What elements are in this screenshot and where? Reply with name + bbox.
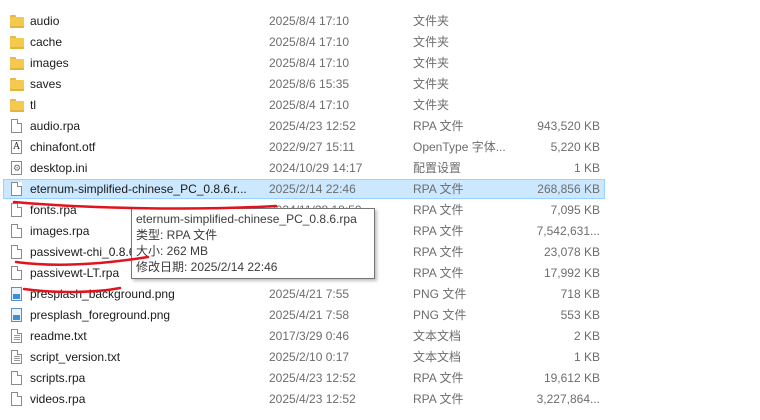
- file-row[interactable]: videos.rpa 2025/4/23 12:52 RPA 文件 3,227,864…: [0, 389, 760, 410]
- file-date: 2025/4/23 12:52: [269, 119, 356, 133]
- file-row[interactable]: readme.txt 2017/3/29 0:46 文本文档 2 KB: [0, 326, 760, 347]
- file-size: 943,520 KB: [537, 119, 600, 133]
- file-name: audio: [30, 14, 60, 28]
- file-date: 2025/4/23 12:52: [269, 392, 356, 406]
- file-name: saves: [30, 77, 62, 91]
- file-icon: [10, 224, 24, 239]
- folder-icon: [10, 56, 24, 71]
- folder-icon: [10, 98, 24, 113]
- file-name: scripts.rpa: [30, 371, 86, 385]
- tooltip-type: 类型: RPA 文件: [136, 228, 218, 242]
- file-date: 2025/2/14 22:46: [269, 182, 356, 196]
- file-name: presplash_foreground.png: [30, 308, 171, 322]
- file-size: 17,992 KB: [543, 266, 600, 280]
- file-date: 2025/8/4 17:10: [269, 56, 350, 70]
- file-date: 2022/9/27 15:11: [269, 140, 355, 154]
- settings-file-icon: [10, 161, 24, 176]
- file-date: 2017/3/29 0:46: [269, 329, 350, 343]
- file-name: images: [30, 56, 69, 70]
- file-row[interactable]: eternum-simplified-chinese_PC_0.8.6.r...…: [0, 179, 760, 200]
- file-name: videos.rpa: [30, 392, 86, 406]
- text-file-icon: [10, 329, 24, 344]
- file-row[interactable]: images 2025/8/4 17:10 文件夹: [0, 53, 760, 74]
- file-row[interactable]: scripts.rpa 2025/4/23 12:52 RPA 文件 19,612 K…: [0, 368, 760, 389]
- file-name: presplash_background.png: [30, 287, 175, 301]
- file-size: 7,542,631...: [536, 224, 600, 238]
- file-tooltip: eternum-simplified-chinese_PC_0.8.6.rpa …: [131, 208, 375, 279]
- file-date: 2025/2/10 0:17: [269, 350, 350, 364]
- file-type: 文件夹: [413, 35, 450, 49]
- file-size: 23,078 KB: [543, 245, 600, 259]
- file-date: 2025/8/4 17:10: [269, 98, 350, 112]
- file-date: 2025/8/4 17:10: [269, 35, 350, 49]
- folder-icon: [10, 14, 24, 29]
- file-row[interactable]: passivewt-chi_0.8.6.rpa2025/2/14 22:46RP…: [0, 242, 760, 263]
- file-size: 2 KB: [573, 329, 600, 343]
- image-file-icon: [10, 287, 24, 302]
- file-size: 5,220 KB: [550, 140, 600, 154]
- file-row[interactable]: audio 2025/8/4 17:10 文件夹: [0, 11, 760, 32]
- file-name: cache: [30, 35, 63, 49]
- file-row[interactable]: presplash_background.png 2025/4/21 7:55 PN…: [0, 284, 760, 305]
- file-row[interactable]: fonts.rpa2024/11/28 18:50RPA 文件7,095 KB: [0, 200, 760, 221]
- file-size: 718 KB: [560, 287, 600, 301]
- tooltip-filename: eternum-simplified-chinese_PC_0.8.6.rpa: [136, 212, 357, 226]
- file-name: chinafont.otf: [30, 140, 96, 154]
- file-row[interactable]: images.rpa2025/4/23 12:52RPA 文件7,542,631…: [0, 221, 760, 242]
- file-type: 文件夹: [413, 14, 450, 28]
- text-file-icon: [10, 350, 24, 365]
- file-size: 268,856 KB: [537, 182, 600, 196]
- file-row[interactable]: passivewt-LT.rpa2025/2/14 22:46RPA 文件17,…: [0, 263, 760, 284]
- file-row[interactable]: desktop.ini2024/10/29 14:17配置设置1 KB: [0, 158, 760, 179]
- file-date: 2025/8/6 15:35: [269, 77, 350, 91]
- file-name: audio.rpa: [30, 119, 81, 133]
- folder-icon: [10, 35, 24, 50]
- file-date: 2025/4/21 7:55: [269, 287, 350, 301]
- file-type: 文件夹: [413, 56, 450, 70]
- file-name: script_version.txt: [30, 350, 121, 364]
- file-row[interactable]: audio.rpa 2025/4/23 12:52 RPA 文件 943,520 KB: [0, 116, 760, 137]
- file-row[interactable]: presplash_foreground.png 2025/4/21 7:58 PN…: [0, 305, 760, 326]
- font-file-icon: A: [10, 140, 24, 155]
- file-name: readme.txt: [30, 329, 87, 343]
- file-size: 7,095 KB: [550, 203, 600, 217]
- file-name: tl: [30, 98, 36, 112]
- file-size: 1 KB: [573, 350, 600, 364]
- file-icon: [10, 245, 24, 260]
- file-icon: [10, 392, 24, 407]
- file-date: 2024/10/29 14:17: [269, 161, 363, 175]
- file-date: 2025/8/4 17:10: [269, 14, 350, 28]
- tooltip-modified: 修改日期: 2025/2/14 22:46: [136, 260, 278, 274]
- file-icon: [10, 203, 24, 218]
- file-icon: [10, 182, 24, 197]
- file-type: 文件夹: [413, 77, 450, 91]
- folder-icon: [10, 77, 24, 92]
- file-size: 553 KB: [560, 308, 600, 322]
- file-size: 3,227,864...: [536, 392, 600, 406]
- file-icon: [10, 266, 24, 281]
- image-file-icon: [10, 308, 24, 323]
- file-row[interactable]: script_version.txt 2025/2/10 0:17 文本文档 1 KB: [0, 347, 760, 368]
- file-type: 文件夹: [413, 98, 450, 112]
- file-list: audio 2025/8/4 17:10 文件夹 cache 2025/8/4 17:1…: [0, 0, 760, 420]
- tooltip-size: 大小: 262 MB: [136, 244, 209, 258]
- file-size: 1 KB: [573, 161, 600, 175]
- file-date: 2025/4/21 7:58: [269, 308, 350, 322]
- file-icon: [10, 119, 24, 134]
- file-name: eternum-simplified-chinese_PC_0.8.6.r...: [30, 182, 247, 196]
- file-row[interactable]: cache 2025/8/4 17:10 文件夹: [0, 32, 760, 53]
- file-date: 2025/4/23 12:52: [269, 371, 356, 385]
- file-name: desktop.ini: [30, 161, 88, 175]
- file-icon: [10, 371, 24, 386]
- file-row[interactable]: Achinafont.otf 2022/9/27 15:11 OpenType 字体…: [0, 137, 760, 158]
- file-size: 19,612 KB: [543, 371, 600, 385]
- file-row[interactable]: saves 2025/8/6 15:35 文件夹: [0, 74, 760, 95]
- file-row[interactable]: tl 2025/8/4 17:10 文件夹: [0, 95, 760, 116]
